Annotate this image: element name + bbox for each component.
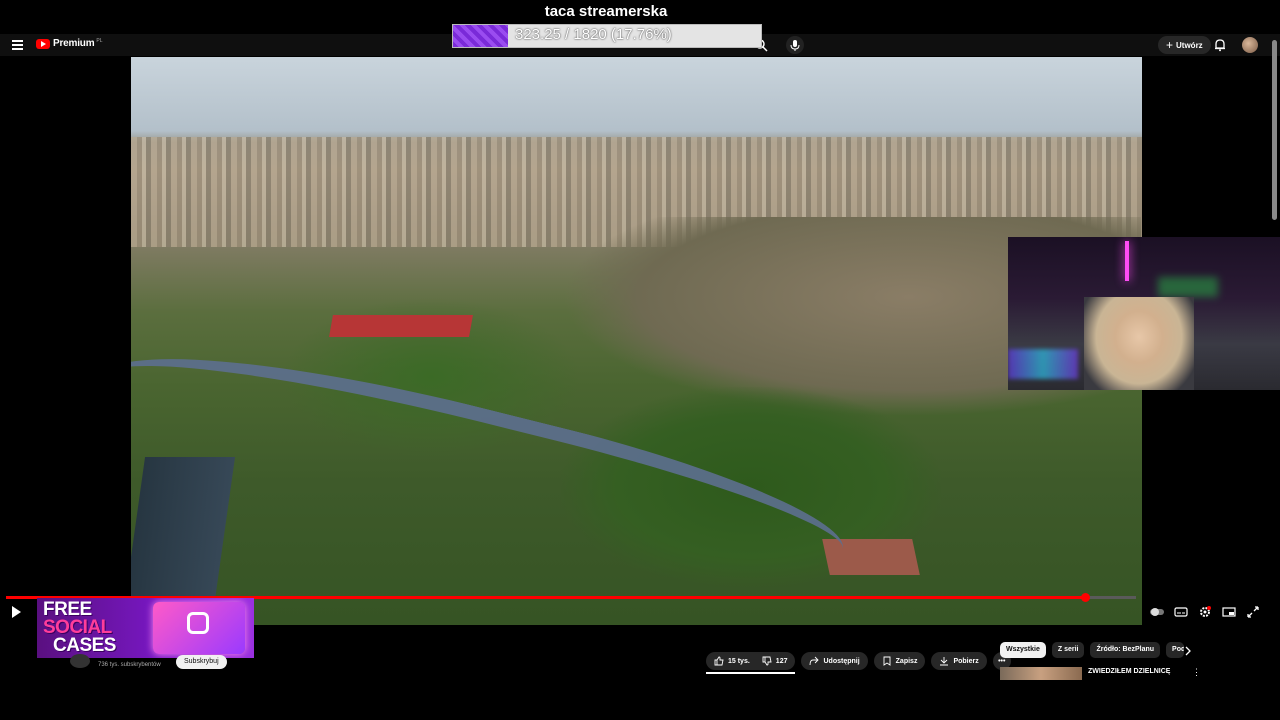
- miniplayer-icon[interactable]: [1222, 605, 1236, 619]
- donation-goal-fill: [453, 25, 508, 47]
- account-avatar[interactable]: [1242, 37, 1258, 53]
- settings-gear-icon[interactable]: [1198, 605, 1212, 619]
- subscriber-count: 736 tys. subskrybentów: [98, 662, 161, 668]
- share-button[interactable]: Udostępnij: [801, 652, 868, 670]
- youtube-premium-logo[interactable]: Premium PL: [36, 38, 103, 49]
- keyboard-rgb: [1008, 349, 1078, 379]
- subtitles-icon[interactable]: [1174, 605, 1188, 619]
- dislike-button[interactable]: 127: [755, 652, 796, 670]
- plus-icon: +: [1166, 38, 1174, 52]
- donation-goal-bar: 323.25 / 1820 (17.76%): [452, 24, 762, 48]
- logo-text: Premium: [53, 38, 95, 49]
- like-count: 15 tys.: [728, 657, 750, 665]
- dislike-count: 127: [775, 657, 788, 665]
- filter-chip[interactable]: Wszystkie: [1000, 642, 1046, 658]
- region-code: PL: [96, 37, 103, 44]
- share-label: Udostępnij: [823, 657, 860, 665]
- notifications-bell-icon[interactable]: [1213, 38, 1227, 52]
- recommended-video-title[interactable]: ZWIEDZIŁEM DZIELNICĘ: [1088, 668, 1170, 675]
- hamburger-menu-icon[interactable]: [12, 40, 23, 50]
- filter-chip[interactable]: Źródło: BezPlanu: [1090, 642, 1161, 658]
- share-arrow-icon: [810, 656, 820, 666]
- donation-goal-title: taca streamerska: [544, 3, 668, 20]
- more-vertical-icon[interactable]: ⋮: [1192, 668, 1201, 678]
- microphone-icon: [790, 40, 800, 51]
- video-player-frame[interactable]: [131, 57, 1142, 625]
- related-filter-chips: Wszystkie Z serii Źródło: BezPlanu Pod: [1000, 642, 1190, 658]
- subscribe-button[interactable]: Subskrybuj: [176, 655, 227, 669]
- download-icon: [940, 657, 949, 666]
- filter-chip[interactable]: Z serii: [1051, 642, 1085, 658]
- create-label: Utwórz: [1176, 40, 1203, 50]
- video-actions: 15 tys. 127 Udostępnij Zapisz Pobierz ••…: [706, 652, 1017, 670]
- save-label: Zapisz: [895, 657, 918, 665]
- like-button[interactable]: 15 tys.: [706, 652, 756, 670]
- bookmark-icon: [883, 656, 891, 666]
- youtube-logo-icon: [36, 38, 50, 49]
- free-social-cases-promo[interactable]: FREE SOCIAL CASES: [37, 598, 254, 658]
- streamer: [1084, 297, 1194, 390]
- donation-goal-text: 323.25 / 1820 (17.76%): [515, 26, 672, 43]
- ambient-light: [1158, 277, 1218, 297]
- neon-light: [1125, 241, 1129, 281]
- streamer-webcam: [1008, 237, 1280, 390]
- channel-avatar[interactable]: [70, 654, 90, 668]
- instagram-icon: [187, 612, 209, 634]
- thumbs-up-icon: [714, 656, 724, 666]
- autoplay-toggle-icon[interactable]: [1150, 605, 1164, 619]
- page-scrollbar[interactable]: [1272, 40, 1277, 220]
- thumbs-down-icon: [762, 656, 772, 666]
- download-button[interactable]: Pobierz: [931, 652, 987, 670]
- download-label: Pobierz: [953, 657, 979, 665]
- like-bar: [706, 672, 795, 674]
- chevron-right-icon[interactable]: [1182, 645, 1194, 657]
- recommended-video-thumbnail[interactable]: [1000, 667, 1082, 680]
- fullscreen-icon[interactable]: [1246, 605, 1260, 619]
- more-horizontal-icon: •••: [998, 657, 1006, 665]
- create-button[interactable]: + Utwórz: [1158, 36, 1211, 54]
- voice-search-button[interactable]: [786, 36, 804, 54]
- save-button[interactable]: Zapisz: [873, 652, 926, 670]
- play-button[interactable]: [10, 605, 22, 619]
- red-roof-building: [329, 315, 473, 337]
- promo-line: CASES: [53, 635, 116, 656]
